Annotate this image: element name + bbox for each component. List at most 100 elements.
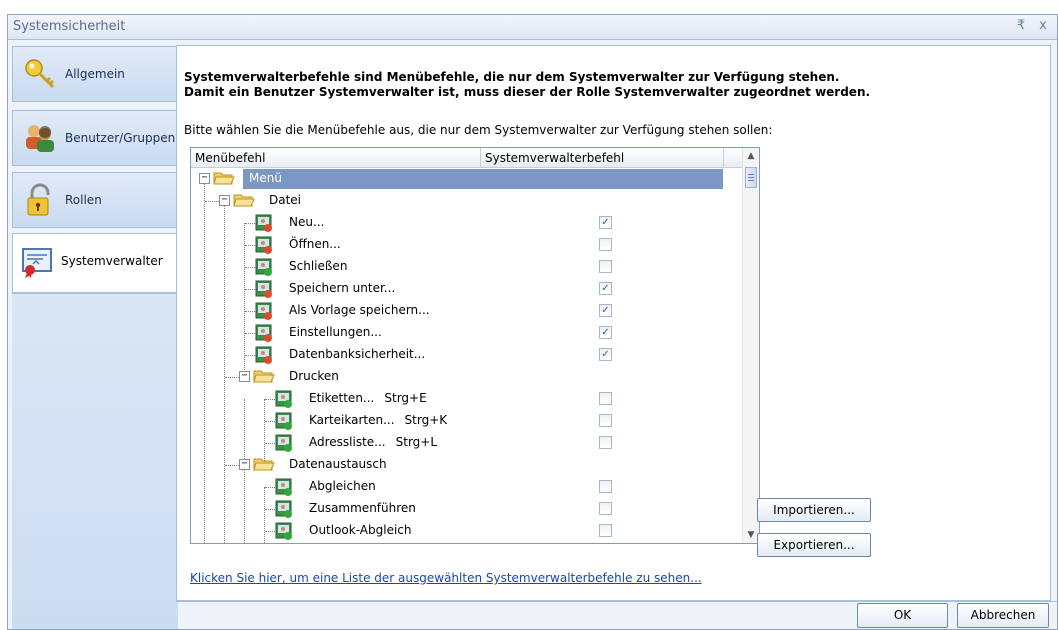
folder-open-icon (253, 370, 275, 383)
shortcut-label: Strg+E (384, 391, 427, 405)
row-label: Datenbanksicherheit... (289, 347, 426, 361)
description-line-2: Damit ein Benutzer Systemverwalter ist, … (184, 85, 871, 99)
command-admin-icon (255, 346, 272, 364)
tree-row-drucken[interactable]: − Drucken (191, 366, 743, 388)
tree-row-als-vorlage[interactable]: Als Vorlage speichern... ✓ (191, 300, 743, 322)
tree-line (245, 289, 255, 290)
vertical-scrollbar[interactable]: ▲ ▼ (742, 148, 759, 543)
row-label: Karteikarten... Strg+K (309, 413, 447, 427)
admin-checkbox[interactable] (599, 436, 612, 449)
ok-button[interactable]: OK (857, 603, 948, 628)
tree-line (265, 531, 275, 532)
command-admin-icon (255, 280, 272, 298)
tree-row-outlook-abgleich[interactable]: Outlook-Abgleich (191, 520, 743, 542)
tree-row-adressliste[interactable]: Adressliste... Strg+L (191, 432, 743, 454)
selection-highlight (243, 169, 723, 189)
users-icon (26, 125, 54, 152)
admin-checkbox[interactable] (599, 260, 612, 273)
tree-row-oeffnen[interactable]: Öffnen... (191, 234, 743, 256)
command-user-icon (275, 500, 292, 518)
row-label: Outlook-Abgleich (309, 523, 412, 537)
admin-checkbox[interactable]: ✓ (599, 304, 612, 317)
scroll-down-arrow-icon[interactable]: ▼ (746, 530, 756, 540)
tree-line (245, 267, 255, 268)
key-icon (25, 59, 55, 89)
tree-line (265, 399, 275, 400)
row-label: Datei (269, 193, 302, 207)
export-button[interactable]: Exportieren... (757, 533, 871, 557)
collapse-icon[interactable]: − (199, 173, 210, 184)
import-button[interactable]: Importieren... (757, 498, 871, 522)
admin-checkbox[interactable]: ✓ (599, 216, 612, 229)
command-user-icon (275, 522, 292, 540)
tree-row-schliessen[interactable]: Schließen (191, 256, 743, 278)
nav-item-systemverwalter[interactable]: Systemverwalter (12, 233, 178, 293)
admin-checkbox[interactable]: ✓ (599, 348, 612, 361)
admin-checkbox[interactable] (599, 392, 612, 405)
tree-row-menue[interactable]: − Menü (191, 168, 743, 190)
tree-row-einstellungen[interactable]: Einstellungen... ✓ (191, 322, 743, 344)
tree-line (245, 223, 255, 224)
tree-line (245, 311, 255, 312)
admin-checkbox[interactable] (599, 414, 612, 427)
show-admin-commands-link[interactable]: Klicken Sie hier, um eine Liste der ausg… (190, 571, 702, 585)
command-user-icon (275, 434, 292, 452)
collapse-icon[interactable]: − (239, 459, 250, 470)
tree-row-abgleichen[interactable]: Abgleichen (191, 476, 743, 498)
nav-item-benutzer-gruppen[interactable]: Benutzer/Gruppen (12, 110, 178, 166)
command-admin-icon (255, 236, 272, 254)
close-icon[interactable]: x (1035, 18, 1051, 36)
tree-row-etiketten[interactable]: Etiketten... Strg+E (191, 388, 743, 410)
admin-checkbox[interactable]: ✓ (599, 326, 612, 339)
column-header-menuebefehl[interactable]: Menübefehl (191, 148, 481, 168)
cancel-button[interactable]: Abbrechen (957, 603, 1049, 628)
command-admin-icon (255, 324, 272, 342)
admin-checkbox[interactable] (599, 480, 612, 493)
nav-label-allgemein: Allgemein (65, 67, 125, 81)
scroll-up-arrow-icon[interactable]: ▲ (746, 151, 756, 161)
tree-row-partial[interactable] (191, 542, 743, 543)
pin-icon[interactable]: ₹ (1013, 18, 1029, 36)
row-label: Neu... (289, 215, 325, 229)
tree-row-karteikarten[interactable]: Karteikarten... Strg+K (191, 410, 743, 432)
command-user-icon (275, 390, 292, 408)
nav-item-rollen[interactable]: Rollen (12, 172, 178, 228)
collapse-icon[interactable]: − (239, 371, 250, 382)
nav-item-allgemein[interactable]: Allgemein (12, 46, 178, 102)
padlock-icon (27, 183, 50, 216)
command-user-icon (255, 258, 272, 276)
tree-row-zusammenfuehren[interactable]: Zusammenführen (191, 498, 743, 520)
row-label: Abgleichen (309, 479, 376, 493)
command-admin-icon (255, 302, 272, 320)
row-label: Einstellungen... (289, 325, 382, 339)
tree-row-neu[interactable]: Neu... ✓ (191, 212, 743, 234)
column-header-systemverwalterbefehl[interactable]: Systemverwalterbefehl (481, 148, 724, 168)
scrollbar-thumb[interactable] (745, 167, 757, 188)
tree-line (205, 201, 219, 202)
tree-line (225, 377, 239, 378)
command-user-icon (275, 412, 292, 430)
tree-row-datei[interactable]: − Datei (191, 190, 743, 212)
command-name: Karteikarten... (309, 413, 395, 427)
admin-checkbox[interactable] (599, 524, 612, 537)
admin-checkbox[interactable] (599, 238, 612, 251)
tree-line (245, 245, 255, 246)
tree-row-datenbanksicherheit[interactable]: Datenbanksicherheit... ✓ (191, 344, 743, 366)
admin-checkbox[interactable]: ✓ (599, 282, 612, 295)
nav-label-benutzer-gruppen: Benutzer/Gruppen (65, 131, 176, 145)
tree-row-datenaustausch[interactable]: − Datenaustausch (191, 454, 743, 476)
shortcut-label: Strg+K (404, 413, 448, 427)
row-label: Speichern unter... (289, 281, 396, 295)
tree-line (265, 443, 275, 444)
command-user-icon (275, 478, 292, 496)
command-name: Adressliste... (309, 435, 386, 449)
tree-row-speichern-unter[interactable]: Speichern unter... ✓ (191, 278, 743, 300)
main-panel: Systemverwalterbefehle sind Menübefehle,… (176, 45, 1051, 601)
command-tree-grid[interactable]: Menübefehl Systemverwalterbefehl − Menü … (190, 147, 760, 544)
row-label: Datenaustausch (289, 457, 387, 471)
tree-rows: − Menü − Datei Neu... ✓ Öffnen... Schlie… (191, 168, 743, 543)
admin-checkbox[interactable] (599, 502, 612, 515)
footer-separator (176, 601, 1057, 602)
collapse-icon[interactable]: − (219, 195, 230, 206)
folder-open-icon (213, 172, 235, 185)
